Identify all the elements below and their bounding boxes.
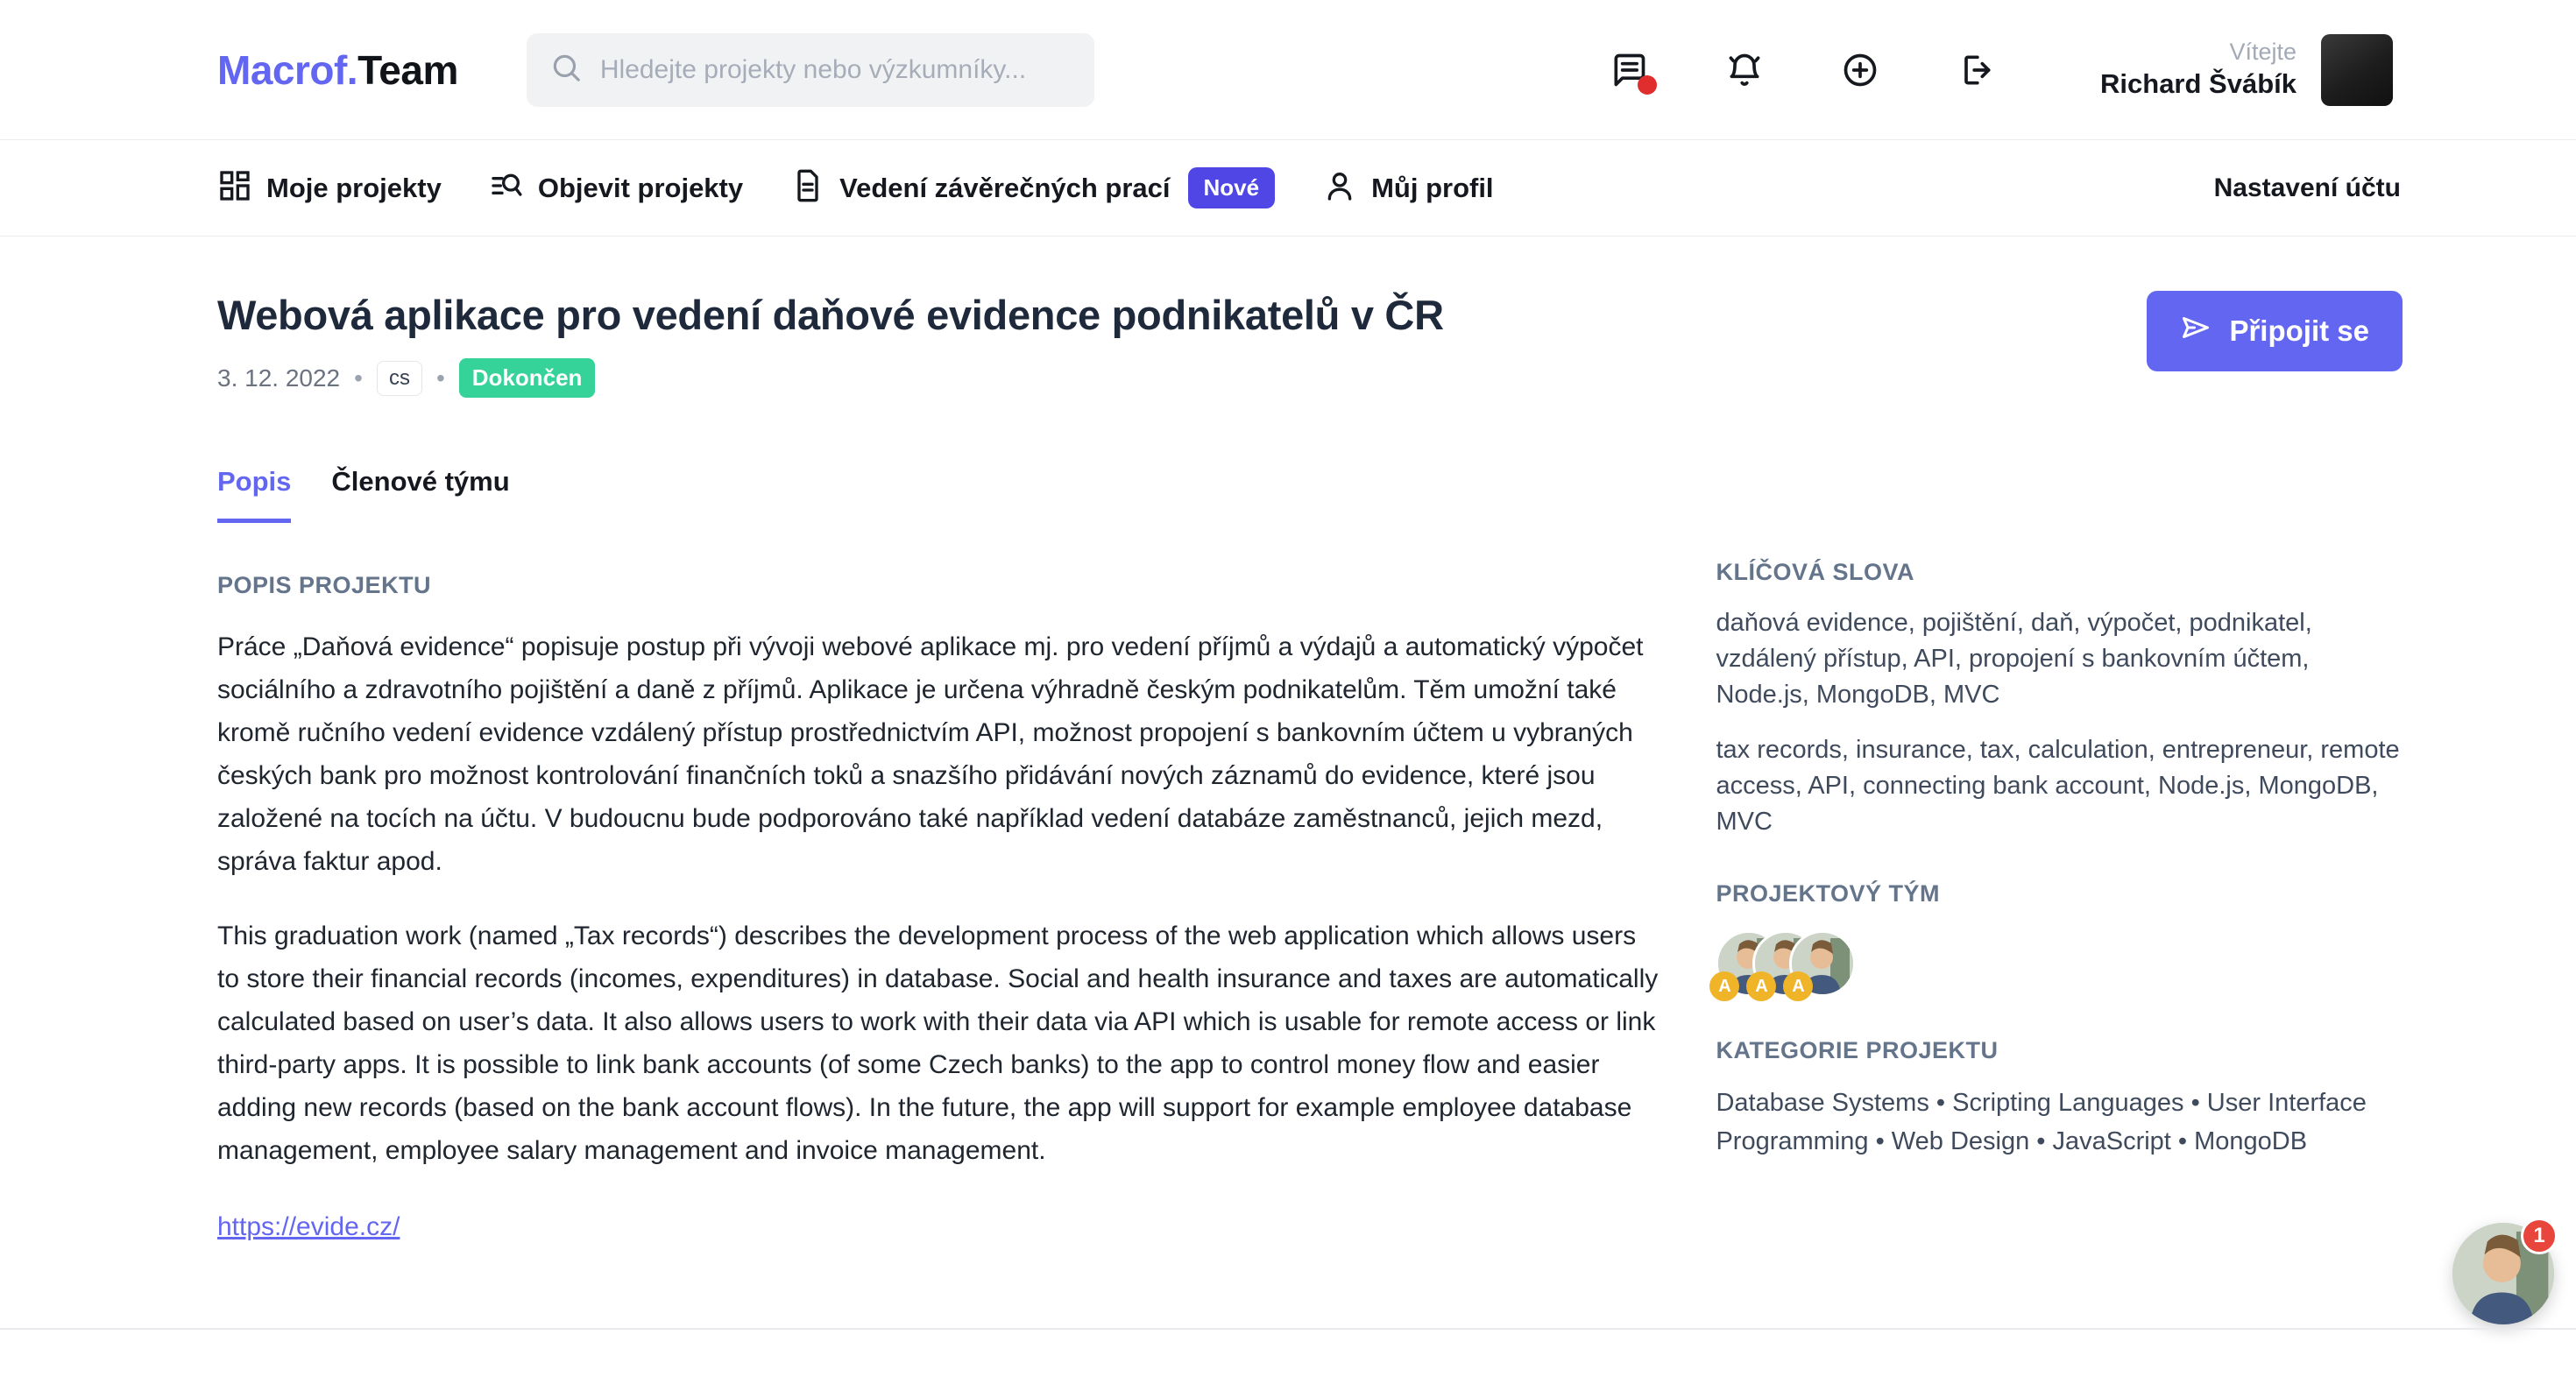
tab-team-members[interactable]: Členové týmu — [331, 466, 509, 523]
logo-part-1: Macrof. — [217, 47, 357, 93]
project-title: Webová aplikace pro vedení daňové eviden… — [217, 291, 1444, 339]
categories-heading: KATEGORIE PROJEKTU — [1716, 1037, 2403, 1064]
project-tabs: Popis Členové týmu — [217, 466, 1660, 523]
admin-badge: A — [1783, 971, 1813, 1001]
nav-label: Vedení závěrečných prací — [839, 173, 1170, 204]
join-button[interactable]: Připojit se — [2147, 291, 2403, 371]
send-icon — [2180, 312, 2212, 350]
description-czech: Práce „Daňová evidence“ popisuje postup … — [217, 625, 1660, 883]
meta-dot: • — [436, 364, 445, 392]
footer-divider — [0, 1328, 2576, 1330]
nav-item-account-settings[interactable]: Nastavení účtu — [2214, 173, 2401, 203]
project-date: 3. 12. 2022 — [217, 364, 340, 392]
join-button-label: Připojit se — [2229, 314, 2369, 348]
description-english: This graduation work (named „Tax records… — [217, 914, 1660, 1172]
project-meta: 3. 12. 2022 • cs • Dokončen — [217, 358, 1444, 398]
team-member-avatar[interactable]: A — [1789, 930, 1856, 997]
new-badge: Nové — [1188, 167, 1276, 208]
user-avatar[interactable] — [2321, 34, 2393, 106]
app-header: Macrof.Team Vítejte Richard Švábík — [0, 0, 2576, 140]
team-avatars: A A A — [1716, 930, 2403, 997]
admin-badge: A — [1709, 971, 1739, 1001]
notifications-bell-icon[interactable] — [1725, 51, 1764, 89]
project-page: Webová aplikace pro vedení daňové eviden… — [0, 237, 2576, 1242]
team-heading: PROJEKTOVÝ TÝM — [1716, 880, 2403, 907]
nav-item-my-projects[interactable]: Moje projekty — [217, 168, 442, 208]
keywords-heading: KLÍČOVÁ SLOVA — [1716, 559, 2403, 586]
tab-description[interactable]: Popis — [217, 466, 291, 523]
keywords-english: tax records, insurance, tax, calculation… — [1716, 732, 2403, 840]
project-link[interactable]: https://evide.cz/ — [217, 1212, 400, 1242]
project-sidebar: KLÍČOVÁ SLOVA daňová evidence, pojištění… — [1716, 466, 2403, 1242]
language-badge: cs — [377, 361, 422, 396]
person-icon — [1322, 168, 1357, 208]
nav-item-my-profile[interactable]: Můj profil — [1322, 168, 1493, 208]
description-heading: POPIS PROJEKTU — [217, 572, 1660, 599]
project-categories: Database Systems • Scripting Languages •… — [1716, 1084, 2403, 1161]
welcome-block: Vítejte Richard Švábík — [2100, 38, 2296, 102]
main-nav: Moje projekty Objevit projekty Vedení zá… — [0, 140, 2576, 237]
nav-item-thesis-supervision[interactable]: Vedení závěrečných prací Nové — [790, 167, 1275, 208]
search-icon — [549, 51, 583, 88]
logout-icon[interactable] — [1957, 51, 1995, 89]
admin-badge: A — [1746, 971, 1776, 1001]
chat-notification-badge: 1 — [2521, 1218, 2558, 1254]
app-logo[interactable]: Macrof.Team — [217, 46, 458, 94]
welcome-label: Vítejte — [2100, 38, 2296, 67]
search-bar[interactable] — [527, 33, 1094, 107]
search-list-icon — [489, 168, 524, 208]
chat-widget-avatar[interactable]: 1 — [2452, 1223, 2554, 1324]
project-header: Webová aplikace pro vedení daňové eviden… — [217, 291, 1444, 398]
unread-messages-dot — [1638, 75, 1657, 95]
nav-label: Objevit projekty — [538, 173, 743, 204]
messages-icon[interactable] — [1610, 51, 1648, 89]
keywords-czech: daňová evidence, pojištění, daň, výpočet… — [1716, 605, 2403, 713]
logo-part-2: Team — [357, 47, 458, 93]
user-name: Richard Švábík — [2100, 67, 2296, 102]
status-badge: Dokončen — [459, 358, 596, 398]
grid-icon — [217, 168, 252, 208]
search-input[interactable] — [600, 55, 1072, 85]
document-icon — [790, 168, 825, 208]
meta-dot: • — [354, 364, 363, 392]
nav-label: Můj profil — [1371, 173, 1493, 204]
add-project-icon[interactable] — [1841, 51, 1879, 89]
nav-label: Moje projekty — [266, 173, 442, 204]
nav-item-discover-projects[interactable]: Objevit projekty — [489, 168, 743, 208]
